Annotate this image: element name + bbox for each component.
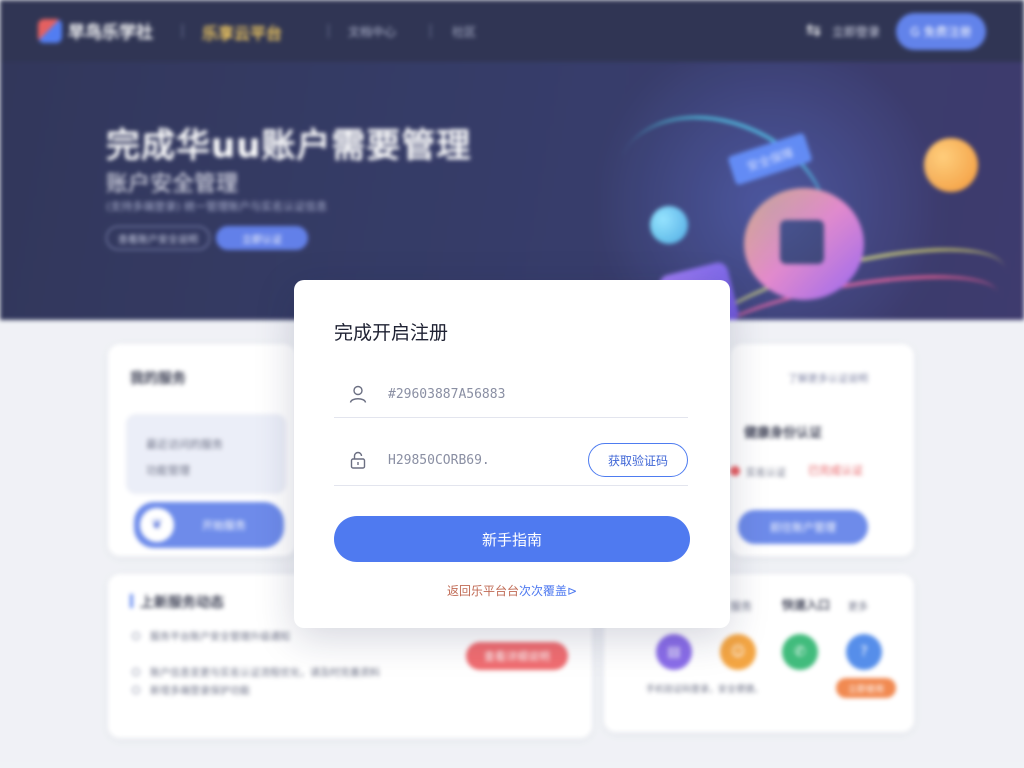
modal-title: 完成开启注册 [334, 322, 449, 344]
submit-button[interactable]: 新手指南 [334, 516, 690, 562]
lock-icon [350, 451, 366, 469]
phone-input[interactable] [388, 380, 584, 408]
registration-modal: 完成开启注册 获取验证码 新手指南 返回乐平台台次次覆盖⊳ [294, 280, 730, 628]
arrow-right-icon: ⊳ [566, 584, 578, 598]
back-to-platform-link[interactable]: 返回乐平台台 [447, 584, 519, 598]
get-code-button[interactable]: 获取验证码 [588, 443, 688, 477]
modal-footer-link-row: 返回乐平台台次次覆盖⊳ [294, 582, 730, 599]
phone-field [334, 370, 688, 418]
footer-accent-link[interactable]: 次次覆盖 [519, 584, 567, 598]
user-icon [349, 385, 367, 403]
verification-code-input[interactable] [388, 446, 584, 474]
verification-code-field: 获取验证码 [334, 436, 688, 486]
